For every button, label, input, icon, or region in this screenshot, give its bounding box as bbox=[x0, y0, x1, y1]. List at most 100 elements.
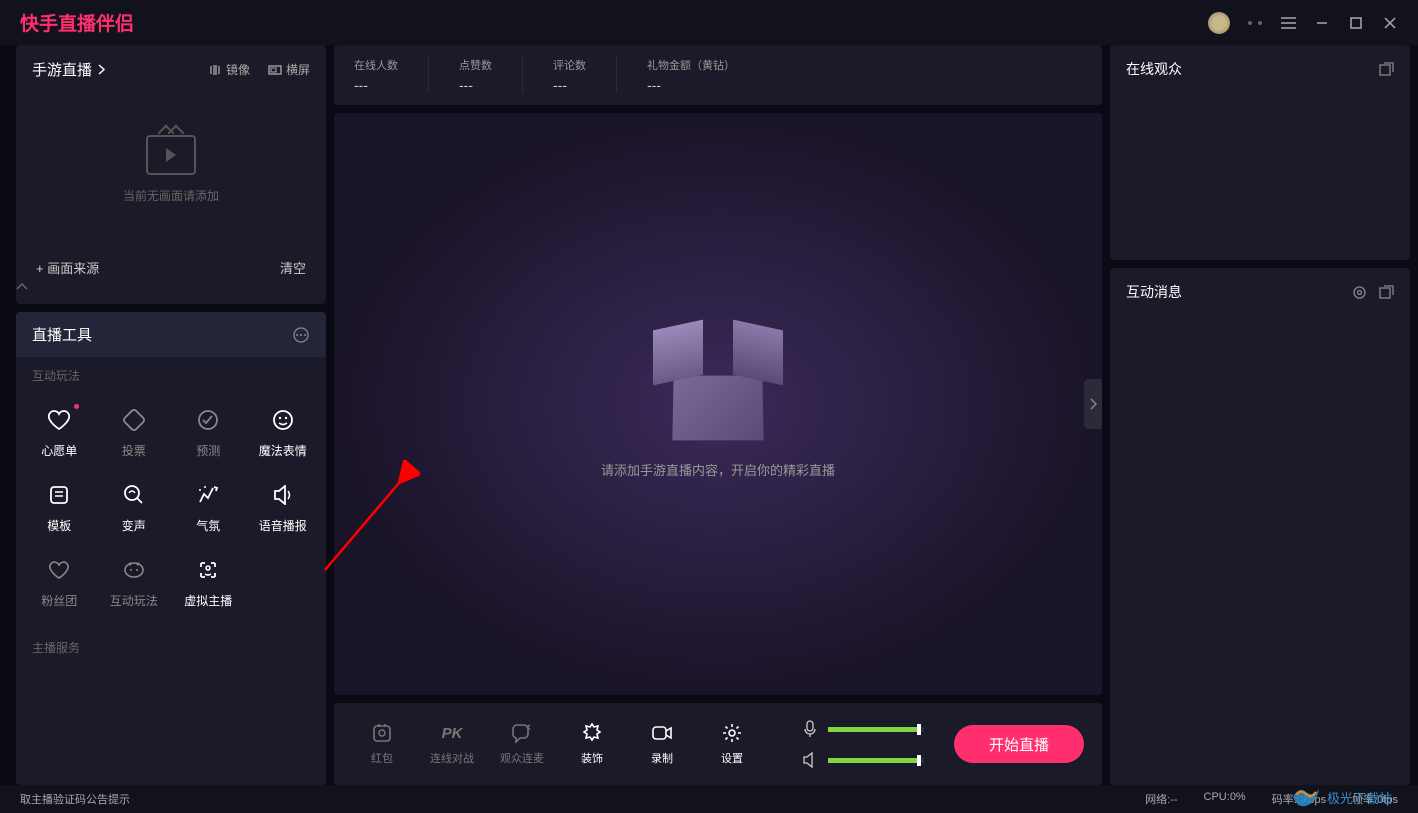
chevron-right-icon bbox=[1089, 398, 1097, 410]
category-selector[interactable]: 手游直播 bbox=[32, 59, 105, 80]
app-logo: 快手直播伴侣 bbox=[20, 9, 134, 36]
more-icon[interactable] bbox=[292, 326, 310, 344]
popout-icon[interactable] bbox=[1379, 285, 1394, 300]
speaker-icon[interactable] bbox=[802, 752, 818, 768]
tool-粉丝团[interactable]: 粉丝团 bbox=[22, 546, 97, 621]
stat-label: 点赞数 bbox=[459, 57, 492, 73]
tools-panel: 直播工具 互动玩法 心愿单投票预测魔法表情模板变声气氛语音播报粉丝团互动玩法虚拟… bbox=[16, 312, 326, 785]
add-source-button[interactable]: + 画面来源 bbox=[36, 258, 99, 277]
bottom-tools: 红包PK连线对战观众连麦 装饰录制设置 bbox=[352, 722, 762, 766]
btool-icon bbox=[581, 722, 603, 744]
maximize-icon[interactable] bbox=[1348, 15, 1364, 31]
bottom-tool-观众连麦[interactable]: 观众连麦 bbox=[492, 722, 552, 766]
tool-icon bbox=[196, 483, 220, 507]
stat-label: 评论数 bbox=[553, 57, 586, 73]
tool-label: 魔法表情 bbox=[259, 442, 307, 459]
bottom-tool-录制[interactable]: 录制 bbox=[632, 722, 692, 766]
btool-icon: PK bbox=[441, 722, 463, 744]
mic-icon[interactable] bbox=[802, 720, 818, 738]
btool-icon bbox=[511, 722, 533, 744]
cpu-status: CPU:0% bbox=[1204, 791, 1246, 807]
chevron-up-icon bbox=[16, 283, 28, 290]
stat-value: --- bbox=[553, 77, 586, 93]
tool-气氛[interactable]: 气氛 bbox=[171, 471, 246, 546]
tool-魔法表情[interactable]: 魔法表情 bbox=[246, 396, 321, 471]
tool-变声[interactable]: 变声 bbox=[97, 471, 172, 546]
stat-礼物金额（黄钻）: 礼物金额（黄钻） --- bbox=[647, 57, 765, 93]
tool-语音播报[interactable]: 语音播报 bbox=[246, 471, 321, 546]
left-sidebar: 手游直播 镜像 横屏 当前无画面请添加 bbox=[16, 45, 326, 785]
tool-虚拟主播[interactable]: 虚拟主播 bbox=[171, 546, 246, 621]
tool-label: 心愿单 bbox=[41, 442, 77, 459]
orientation-toggle[interactable]: 横屏 bbox=[268, 61, 310, 78]
tool-label: 粉丝团 bbox=[41, 592, 77, 609]
mirror-label: 镜像 bbox=[226, 61, 250, 78]
tv-icon bbox=[146, 135, 196, 175]
audience-panel: 在线观众 bbox=[1110, 45, 1410, 260]
right-sidebar: 在线观众 互动消息 bbox=[1110, 45, 1410, 785]
gear-icon[interactable] bbox=[1352, 285, 1367, 300]
btool-label: 设置 bbox=[721, 750, 743, 766]
stat-点赞数: 点赞数 --- bbox=[459, 57, 523, 93]
tool-预测[interactable]: 预测 bbox=[171, 396, 246, 471]
minimize-icon[interactable] bbox=[1314, 15, 1330, 31]
avatar[interactable] bbox=[1208, 12, 1230, 34]
stat-评论数: 评论数 --- bbox=[553, 57, 617, 93]
speaker-volume-slider[interactable] bbox=[828, 758, 924, 763]
tool-icon bbox=[122, 408, 146, 432]
clear-button[interactable]: 清空 bbox=[280, 258, 306, 277]
stat-value: --- bbox=[459, 77, 492, 93]
status-notice: 取主播验证码公告提示 bbox=[20, 791, 130, 807]
tool-label: 投票 bbox=[122, 442, 146, 459]
category-label: 手游直播 bbox=[32, 59, 92, 80]
tool-模板[interactable]: 模板 bbox=[22, 471, 97, 546]
stat-在线人数: 在线人数 --- bbox=[354, 57, 429, 93]
bottom-tool-装饰[interactable]: 装饰 bbox=[562, 722, 622, 766]
bottom-tool-红包[interactable]: 红包 bbox=[352, 722, 412, 766]
mirror-toggle[interactable]: 镜像 bbox=[208, 61, 250, 78]
canvas-area: 请添加手游直播内容，开启你的精彩直播 bbox=[334, 113, 1102, 695]
start-stream-button[interactable]: 开始直播 bbox=[954, 725, 1084, 763]
collapse-toggle[interactable] bbox=[16, 277, 326, 290]
bottom-tool-连线对战[interactable]: PK连线对战 bbox=[422, 722, 482, 766]
messages-panel: 互动消息 bbox=[1110, 268, 1410, 785]
close-icon[interactable] bbox=[1382, 15, 1398, 31]
center-area: 在线人数 --- 点赞数 --- 评论数 --- 礼物金额（黄钻） --- 请添加手游直播内容… bbox=[334, 45, 1102, 785]
empty-text: 当前无画面请添加 bbox=[123, 187, 219, 204]
stat-value: --- bbox=[354, 77, 398, 93]
tool-label: 变声 bbox=[122, 517, 146, 534]
titlebar-controls bbox=[1208, 12, 1398, 34]
net-status: 网络:-- bbox=[1145, 791, 1177, 807]
popout-icon[interactable] bbox=[1379, 62, 1394, 77]
expand-button[interactable] bbox=[1084, 379, 1102, 429]
mic-volume-slider[interactable] bbox=[828, 727, 924, 732]
stat-label: 在线人数 bbox=[354, 57, 398, 73]
tool-label: 互动玩法 bbox=[110, 592, 158, 609]
tool-label: 模板 bbox=[47, 517, 71, 534]
menu-icon[interactable] bbox=[1280, 15, 1296, 31]
tool-icon bbox=[271, 483, 295, 507]
tool-icon bbox=[122, 558, 146, 582]
btool-icon bbox=[721, 722, 743, 744]
btool-icon bbox=[651, 722, 673, 744]
chevron-right-icon bbox=[98, 64, 105, 75]
tool-icon bbox=[271, 408, 295, 432]
btool-label: 观众连麦 bbox=[500, 750, 544, 766]
tool-icon bbox=[47, 408, 71, 432]
section-interactive: 互动玩法 bbox=[16, 357, 326, 388]
messages-title: 互动消息 bbox=[1126, 282, 1182, 302]
tool-互动玩法[interactable]: 互动玩法 bbox=[97, 546, 172, 621]
tools-header: 直播工具 bbox=[16, 312, 326, 357]
fps-status: 帧率:0fps bbox=[1352, 791, 1398, 807]
tool-心愿单[interactable]: 心愿单 bbox=[22, 396, 97, 471]
stats-bar: 在线人数 --- 点赞数 --- 评论数 --- 礼物金额（黄钻） --- bbox=[334, 45, 1102, 105]
tool-grid: 心愿单 投票 预测魔法表情模板 变声 气氛语音播报粉丝团 互动玩法虚拟主播 bbox=[16, 388, 326, 629]
tool-icon bbox=[47, 558, 71, 582]
stat-label: 礼物金额（黄钻） bbox=[647, 57, 735, 73]
mirror-icon bbox=[208, 64, 222, 76]
bottom-tool-设置[interactable]: 设置 bbox=[702, 722, 762, 766]
titlebar: 快手直播伴侣 bbox=[0, 0, 1418, 45]
stat-value: --- bbox=[647, 77, 735, 93]
bitrate-status: 码率:0kbps bbox=[1272, 791, 1326, 807]
tool-投票[interactable]: 投票 bbox=[97, 396, 172, 471]
